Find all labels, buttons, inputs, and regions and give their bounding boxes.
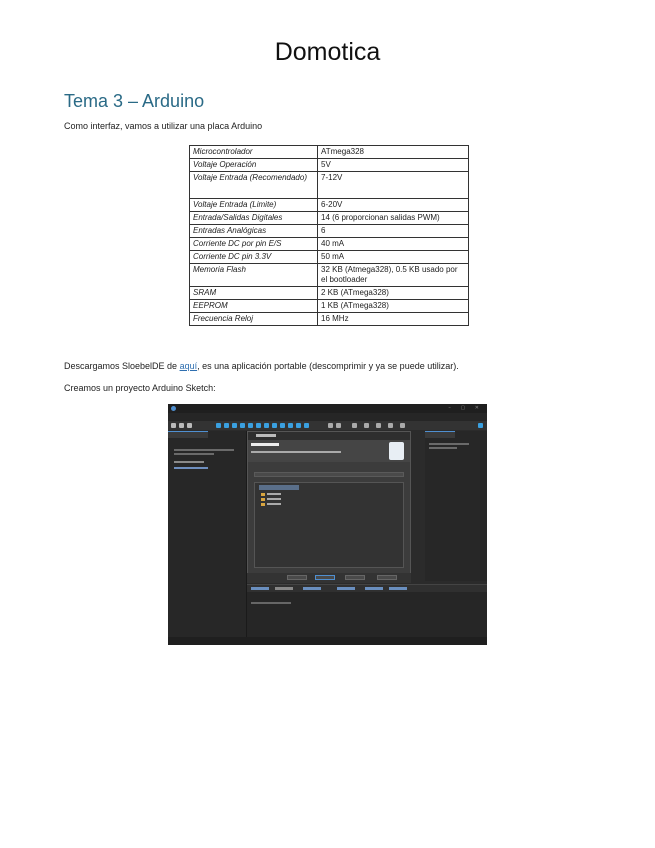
spec-row: SRAM 2 KB (ATmega328) (189, 286, 469, 300)
wizard-filter-input (254, 472, 404, 477)
ide-menubar (168, 413, 487, 426)
spec-value: 2 KB (ATmega328) (317, 286, 469, 300)
spec-row: Frecuencia Reloj 16 MHz (189, 312, 469, 326)
spec-row: Voltaje Operación 5V (189, 158, 469, 172)
spec-label: Entrada/Salidas Digitales (189, 211, 318, 225)
spec-value: 40 mA (317, 237, 469, 251)
spec-label: Frecuencia Reloj (189, 312, 318, 326)
spec-row: Entradas Analógicas 6 (189, 224, 469, 238)
spec-value: 6-20V (317, 198, 469, 212)
spec-label: Voltaje Entrada (Recomendado) (189, 171, 318, 199)
outline-pane (425, 431, 487, 581)
new-project-wizard (247, 431, 411, 581)
spec-label: Corriente DC por pin E/S (189, 237, 318, 251)
wizard-buttons (247, 573, 411, 583)
document-title: Domotica (274, 38, 381, 66)
download-suffix: , es una aplicación portable (descomprim… (197, 361, 459, 371)
spec-label: Voltaje Operación (189, 158, 318, 172)
wizard-list (254, 482, 404, 568)
download-prefix: Descargamos SloebelDE de (64, 361, 180, 371)
spec-value: 16 MHz (317, 312, 469, 326)
spec-value: 7-12V (317, 171, 469, 199)
spec-label: EEPROM (189, 299, 318, 313)
app-icon (171, 406, 176, 411)
spec-value: 6 (317, 224, 469, 238)
spec-row: Voltaje Entrada (Recomendado) 7-12V (189, 171, 469, 199)
spec-label: Microcontrolador (189, 145, 318, 159)
document-page: Domotica Tema 3 – Arduino Como interfaz,… (0, 0, 655, 848)
ide-titlebar: – ▢ ✕ (168, 404, 487, 413)
spec-label: Voltaje Entrada (Limite) (189, 198, 318, 212)
project-explorer-pane (168, 431, 247, 637)
spec-label: Entradas Analógicas (189, 224, 318, 238)
spec-row: EEPROM 1 KB (ATmega328) (189, 299, 469, 313)
download-link[interactable]: aquí (180, 361, 198, 371)
spec-label: SRAM (189, 286, 318, 300)
spec-value: ATmega328 (317, 145, 469, 159)
spec-row: Voltaje Entrada (Limite) 6-20V (189, 198, 469, 212)
spec-value: 50 mA (317, 250, 469, 264)
spec-row: Memoria Flash 32 KB (Atmega328), 0.5 KB u… (189, 263, 469, 287)
ide-toolbar (168, 421, 487, 430)
spec-row: Corriente DC pin 3.3V 50 mA (189, 250, 469, 264)
spec-value: 1 KB (ATmega328) (317, 299, 469, 313)
spec-label: Memoria Flash (189, 263, 318, 287)
console-pane (247, 584, 487, 637)
intro-paragraph: Como interfaz, vamos a utilizar una plac… (64, 121, 263, 131)
spec-row: Microcontrolador ATmega328 (189, 145, 469, 159)
spec-row: Corriente DC por pin E/S 40 mA (189, 237, 469, 251)
spec-value: 14 (6 proporcionan salidas PWM) (317, 211, 469, 225)
arduino-specs-table: Microcontrolador ATmega328 Voltaje Operaci… (189, 145, 469, 326)
project-explorer-tab (168, 431, 208, 438)
ide-screenshot: – ▢ ✕ (168, 404, 487, 645)
section-heading: Tema 3 – Arduino (64, 91, 205, 111)
spec-row: Entrada/Salidas Digitales 14 (6 proporcio… (189, 211, 469, 225)
spec-value: 32 KB (Atmega328), 0.5 KB usado por el b… (317, 263, 469, 287)
ide-statusbar (168, 637, 487, 645)
window-controls-icon: – ▢ ✕ (448, 405, 483, 411)
spec-label: Corriente DC pin 3.3V (189, 250, 318, 264)
download-paragraph: Descargamos SloebelDE de aquí, es una ap… (64, 361, 459, 371)
create-project-paragraph: Creamos un proyecto Arduino Sketch: (64, 383, 216, 393)
spec-value: 5V (317, 158, 469, 172)
